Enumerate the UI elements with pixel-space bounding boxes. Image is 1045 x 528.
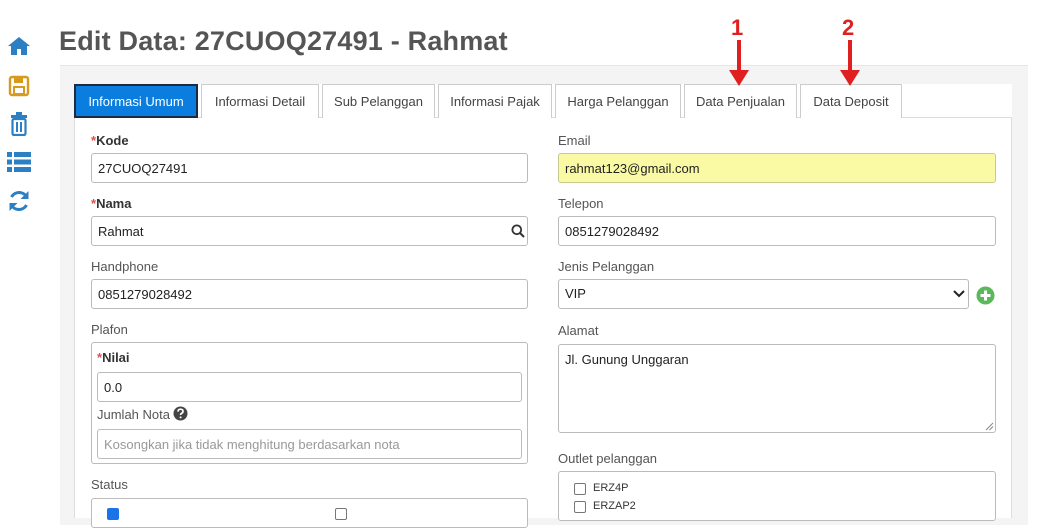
outlet-checkbox[interactable] [574,483,586,495]
outlet-pelanggan-label: Outlet pelanggan [558,451,658,466]
jenis-pelanggan-label: Jenis Pelanggan [558,259,655,274]
tab-informasi-pajak[interactable]: Informasi Pajak [438,84,552,118]
email-input[interactable] [558,153,996,183]
outlet-checkbox[interactable] [574,501,586,513]
nama-label: *Nama [91,196,131,211]
search-icon[interactable] [511,224,525,238]
status-box [91,498,528,528]
handphone-label: Handphone [91,259,159,274]
refresh-icon[interactable] [6,189,32,213]
kode-input[interactable] [91,153,528,183]
list-icon[interactable] [6,150,32,174]
alamat-textarea[interactable]: Jl. Gunung Unggaran [558,344,996,433]
tab-sub-pelanggan[interactable]: Sub Pelanggan [322,84,435,118]
save-icon[interactable] [6,74,32,98]
chevron-down-icon [953,290,965,298]
telepon-label: Telepon [558,196,604,211]
outlet-item-label: ERZ4P [593,482,629,494]
kode-label: *Kode [91,133,129,148]
nilai-label: *Nilai [97,350,130,365]
outlet-item-label: ERZAP2 [593,500,636,512]
handphone-input[interactable] [91,279,528,309]
outlet-list-box [558,471,996,521]
tab-informasi-detail[interactable]: Informasi Detail [201,84,319,118]
tab-data-penjualan[interactable]: Data Penjualan [684,84,797,118]
annotation-arrow-2 [840,40,860,86]
status-aktif-checkbox[interactable] [107,508,119,520]
annotation-number-1: 1 [731,15,744,40]
nilai-label-text: Nilai [102,350,130,365]
status-label: Status [91,477,128,492]
email-label: Email [558,133,591,148]
page-title: Edit Data: 27CUOQ27491 - Rahmat [59,26,508,56]
tab-harga-pelanggan[interactable]: Harga Pelanggan [555,84,681,118]
nilai-input[interactable] [97,372,522,402]
jenis-pelanggan-select[interactable]: VIP [558,279,969,309]
add-jenis-pelanggan-icon[interactable] [976,286,995,305]
kode-label-text: Kode [96,133,129,148]
plafon-label: Plafon [91,322,128,337]
alamat-label: Alamat [558,323,599,338]
jumlah-nota-label: Jumlah Nota [97,407,170,422]
sidebar [0,0,40,511]
help-icon[interactable] [173,406,188,421]
resize-handle-icon[interactable] [985,422,994,431]
home-icon[interactable] [6,34,32,58]
status-blokir-checkbox[interactable] [335,508,347,520]
telepon-input[interactable] [558,216,996,246]
jenis-pelanggan-value: VIP [565,286,586,301]
jumlah-nota-input[interactable] [97,429,522,459]
trash-icon[interactable] [6,112,32,136]
nama-label-text: Nama [96,196,132,211]
tab-informasi-umum[interactable]: Informasi Umum [74,84,198,118]
nama-input[interactable] [91,216,528,246]
annotation-number-2: 2 [842,15,855,40]
tab-data-deposit[interactable]: Data Deposit [800,84,902,118]
annotation-arrow-1 [729,40,749,86]
